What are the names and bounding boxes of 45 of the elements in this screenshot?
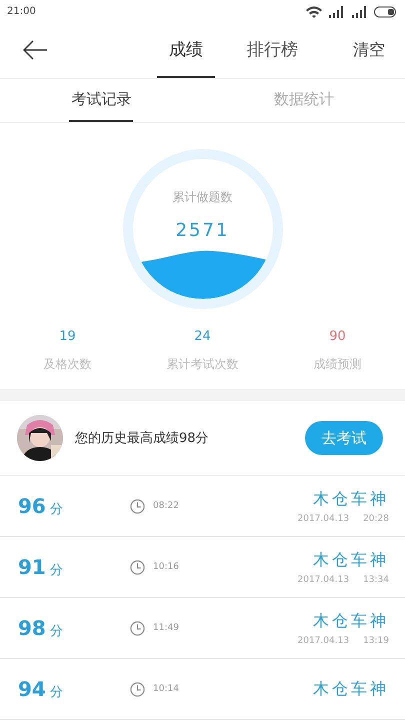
record-time: 13:34 xyxy=(363,574,389,584)
clock-icon xyxy=(130,682,145,696)
stat-value: 24 xyxy=(194,328,211,344)
user-name: 木仓车神 xyxy=(313,488,389,510)
stat-label: 及格次数 xyxy=(44,356,92,373)
wifi-icon xyxy=(305,4,323,19)
tab[interactable]: 考试记录 xyxy=(69,78,134,122)
score-value: 94 xyxy=(18,677,46,701)
signal-icon xyxy=(351,6,369,18)
tab[interactable]: 成绩 xyxy=(157,23,215,78)
battery-icon xyxy=(374,6,398,18)
score-unit: 分 xyxy=(50,623,63,640)
score-value: 96 xyxy=(18,494,46,518)
duration: 10:16 xyxy=(153,562,179,572)
record-time: 13:19 xyxy=(363,636,389,646)
stat-label: 累计考试次数 xyxy=(166,356,238,373)
score-value: 98 xyxy=(18,616,46,640)
clock-icon xyxy=(130,560,145,574)
record-time: 20:28 xyxy=(363,514,389,524)
gauge-value: 2571 xyxy=(176,220,230,241)
duration: 10:14 xyxy=(153,684,179,694)
duration: 11:49 xyxy=(153,623,179,633)
stat-value: 19 xyxy=(59,328,76,344)
score-unit: 分 xyxy=(50,684,63,701)
stat-label: 成绩预测 xyxy=(314,356,362,373)
record-date: 2017.04.13 xyxy=(298,574,350,584)
status-time: 21:00 xyxy=(7,6,36,18)
tab[interactable]: 排行榜 xyxy=(235,23,310,78)
clock-icon xyxy=(130,620,145,636)
duration: 08:22 xyxy=(153,501,179,511)
clear-button[interactable]: 清空 xyxy=(353,40,385,61)
user-name: 木仓车神 xyxy=(313,678,389,700)
record-date: 2017.04.13 xyxy=(298,514,350,524)
signal-icon xyxy=(328,6,346,18)
score-unit: 分 xyxy=(50,562,63,579)
back-icon[interactable] xyxy=(22,39,48,62)
best-score-text: 您的历史最高成绩98分 xyxy=(75,430,209,448)
record-date: 2017.04.13 xyxy=(298,636,350,646)
score-unit: 分 xyxy=(50,501,63,518)
user-name: 木仓车神 xyxy=(313,610,389,632)
stat-value: 90 xyxy=(329,328,346,344)
gauge-label: 累计做题数 xyxy=(172,188,232,206)
user-name: 木仓车神 xyxy=(313,550,389,570)
clock-icon xyxy=(130,498,145,514)
score-value: 91 xyxy=(18,555,46,579)
